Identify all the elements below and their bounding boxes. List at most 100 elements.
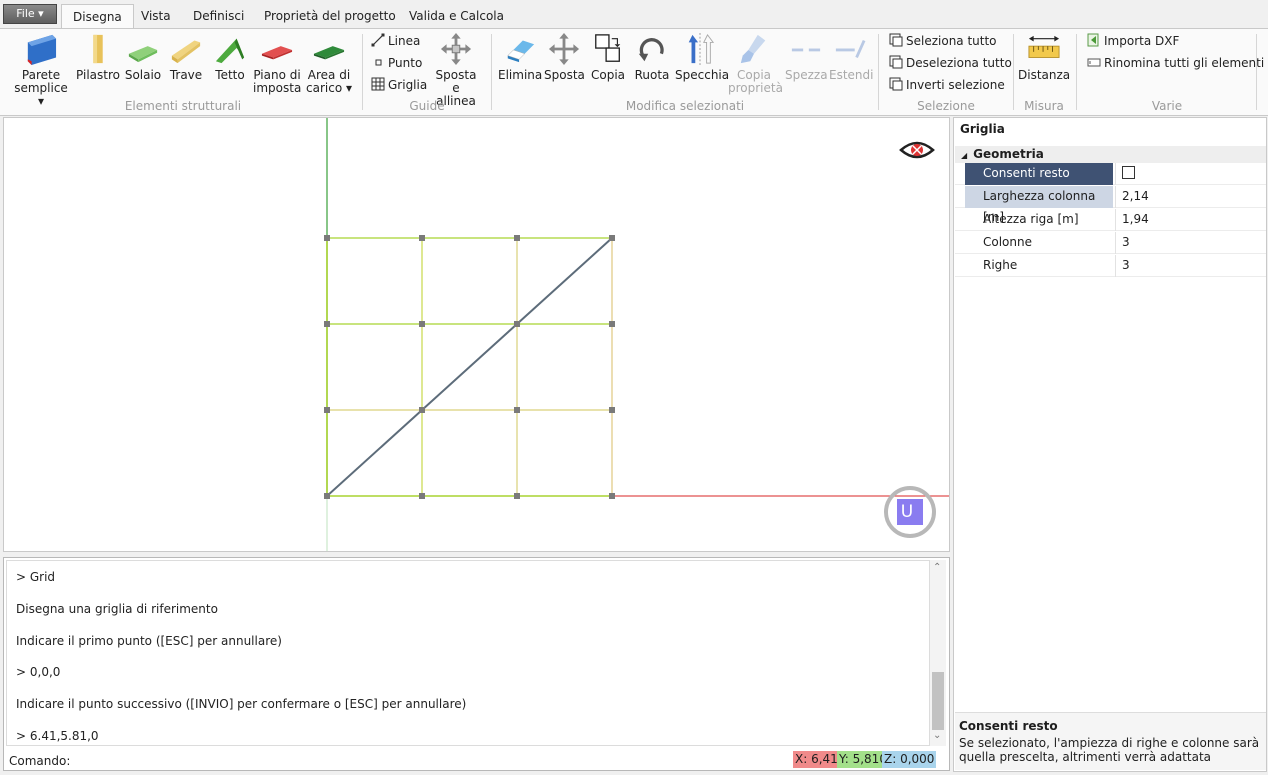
- property-row-righe[interactable]: Righe 3: [955, 255, 1266, 277]
- select-all-icon: [889, 33, 903, 47]
- console-line: Indicare il primo punto ([ESC] per annul…: [16, 634, 282, 648]
- console-line: > 0,0,0: [16, 665, 61, 679]
- deseleziona-tutto-button[interactable]: Deseleziona tutto: [889, 55, 1012, 71]
- extend-icon: [835, 39, 866, 59]
- properties-title: Griglia: [960, 122, 1005, 136]
- visibility-eye-icon[interactable]: [899, 141, 935, 159]
- sposta-button[interactable]: Sposta: [544, 33, 585, 82]
- file-menu-button[interactable]: File ▾: [3, 4, 57, 24]
- property-row-altezza-riga[interactable]: Altezza riga [m] 1,94: [955, 209, 1266, 231]
- point-icon: [375, 59, 382, 66]
- area-carico-button[interactable]: Area di carico ▾: [306, 33, 352, 95]
- description-title: Consenti resto: [959, 719, 1058, 733]
- tetto-button[interactable]: Tetto: [211, 33, 249, 82]
- property-value[interactable]: 3: [1115, 255, 1266, 277]
- foundation-plane-icon: [261, 46, 293, 60]
- estendi-button[interactable]: Estendi: [829, 33, 873, 82]
- consenti-resto-checkbox[interactable]: [1122, 166, 1135, 179]
- console-line: Indicare il punto successivo ([INVIO] pe…: [16, 697, 467, 711]
- drawing-viewport[interactable]: U: [3, 117, 950, 552]
- scroll-down-icon[interactable]: ⌄: [933, 730, 941, 741]
- property-value[interactable]: 1,94: [1115, 209, 1266, 231]
- scroll-up-icon[interactable]: ⌃: [933, 562, 941, 573]
- property-row-colonne[interactable]: Colonne 3: [955, 232, 1266, 254]
- pilastro-button[interactable]: Pilastro: [76, 33, 120, 82]
- importa-dxf-button[interactable]: Importa DXF: [1087, 33, 1179, 49]
- group-label-misc: Varie: [1151, 99, 1183, 113]
- property-name: Altezza riga [m]: [983, 212, 1079, 226]
- ribbon-separator: [878, 34, 879, 110]
- ruler-icon: [1028, 35, 1060, 58]
- property-value[interactable]: 2,14: [1115, 186, 1266, 208]
- properties-panel: Griglia ◢ Geometria Consenti resto Larghe…: [953, 117, 1267, 772]
- ribbon-tab-bar: File ▾ Disegna Vista Definisci Proprietà…: [0, 0, 1268, 29]
- copia-button[interactable]: Copia: [588, 33, 628, 82]
- property-row-larghezza-colonna[interactable]: Larghezza colonna [m] 2,14: [955, 186, 1266, 224]
- grid-icon: [371, 77, 385, 91]
- beam-icon: [171, 40, 201, 64]
- property-description: Consenti resto Se selezionato, l'ampiezz…: [955, 712, 1266, 770]
- command-history: > Grid Disegna una griglia di riferiment…: [6, 560, 930, 746]
- tab-proprieta-progetto[interactable]: Proprietà del progetto: [253, 4, 407, 29]
- tab-valida-calcola[interactable]: Valida e Calcola: [398, 4, 515, 29]
- parete-semplice-button[interactable]: Parete semplice ▾: [12, 33, 70, 108]
- property-name: Larghezza colonna [m]: [965, 186, 1113, 224]
- inverti-selezione-button[interactable]: Inverti selezione: [889, 77, 1005, 93]
- console-line: > Grid: [16, 570, 56, 584]
- piano-imposta-button[interactable]: Piano di imposta: [253, 33, 301, 95]
- group-label-structural: Elementi strutturali: [124, 99, 242, 113]
- diagonal-guide-line[interactable]: [326, 237, 613, 497]
- wall-icon: [27, 34, 57, 65]
- ribbon-separator: [1013, 34, 1014, 110]
- group-label-guides: Guide: [409, 99, 445, 113]
- property-value[interactable]: 3: [1115, 232, 1266, 254]
- coord-z-readout: Z: 0,000: [882, 751, 937, 768]
- rotate-icon: [638, 38, 664, 62]
- linea-button[interactable]: Linea: [371, 33, 420, 49]
- rinomina-elementi-button[interactable]: Rinomina tutti gli elementi: [1087, 55, 1264, 71]
- specchia-button[interactable]: Specchia: [675, 33, 729, 82]
- column-icon: [93, 34, 103, 64]
- group-label-modify: Modifica selezionati: [625, 99, 745, 113]
- seleziona-tutto-button[interactable]: Seleziona tutto: [889, 33, 997, 49]
- category-geometria[interactable]: ◢ Geometria: [955, 146, 1266, 163]
- ruota-button[interactable]: Ruota: [632, 33, 672, 82]
- spezza-button[interactable]: Spezza: [785, 33, 828, 82]
- ribbon-separator: [1076, 34, 1077, 110]
- distanza-button[interactable]: Distanza: [1018, 33, 1070, 82]
- elimina-button[interactable]: Elimina: [498, 33, 542, 82]
- console-line: > 6.41,5.81,0: [16, 729, 99, 743]
- command-input[interactable]: [72, 751, 792, 769]
- group-label-measure: Misura: [1024, 99, 1064, 113]
- invert-selection-icon: [889, 77, 903, 91]
- slab-icon: [128, 46, 158, 63]
- mirror-icon: [688, 33, 715, 65]
- property-value[interactable]: [1115, 163, 1266, 185]
- rename-icon: [1087, 58, 1101, 67]
- ribbon: Parete semplice ▾ Pilastro Solaio Trave …: [0, 28, 1268, 116]
- command-console: > Grid Disegna una griglia di riferiment…: [3, 557, 950, 771]
- split-icon: [791, 48, 821, 52]
- collapse-triangle-icon[interactable]: ◢: [961, 151, 967, 160]
- solaio-button[interactable]: Solaio: [124, 33, 162, 82]
- console-scrollbar[interactable]: ⌃ ⌄: [930, 560, 946, 746]
- copia-proprieta-button[interactable]: Copia proprietà: [728, 33, 783, 95]
- roof-icon: [215, 38, 245, 64]
- tab-definisci[interactable]: Definisci: [182, 4, 255, 29]
- ucs-label: U: [900, 502, 914, 522]
- ribbon-separator: [491, 34, 492, 110]
- property-row-consenti-resto[interactable]: Consenti resto: [955, 163, 1266, 185]
- group-label-selection: Selezione: [917, 99, 975, 113]
- viewport-drawing: [324, 118, 949, 551]
- sposta-allinea-button[interactable]: Sposta e allinea: [430, 33, 482, 108]
- tab-disegna[interactable]: Disegna: [61, 4, 134, 29]
- scrollbar-thumb[interactable]: [932, 672, 944, 730]
- trave-button[interactable]: Trave: [167, 33, 205, 82]
- tab-vista[interactable]: Vista: [130, 4, 182, 29]
- eraser-icon: [507, 40, 535, 63]
- griglia-button[interactable]: Griglia: [371, 77, 427, 93]
- load-area-icon: [313, 46, 345, 60]
- punto-button[interactable]: Punto: [371, 55, 422, 71]
- ribbon-separator: [362, 34, 363, 110]
- ribbon-separator: [1256, 34, 1257, 110]
